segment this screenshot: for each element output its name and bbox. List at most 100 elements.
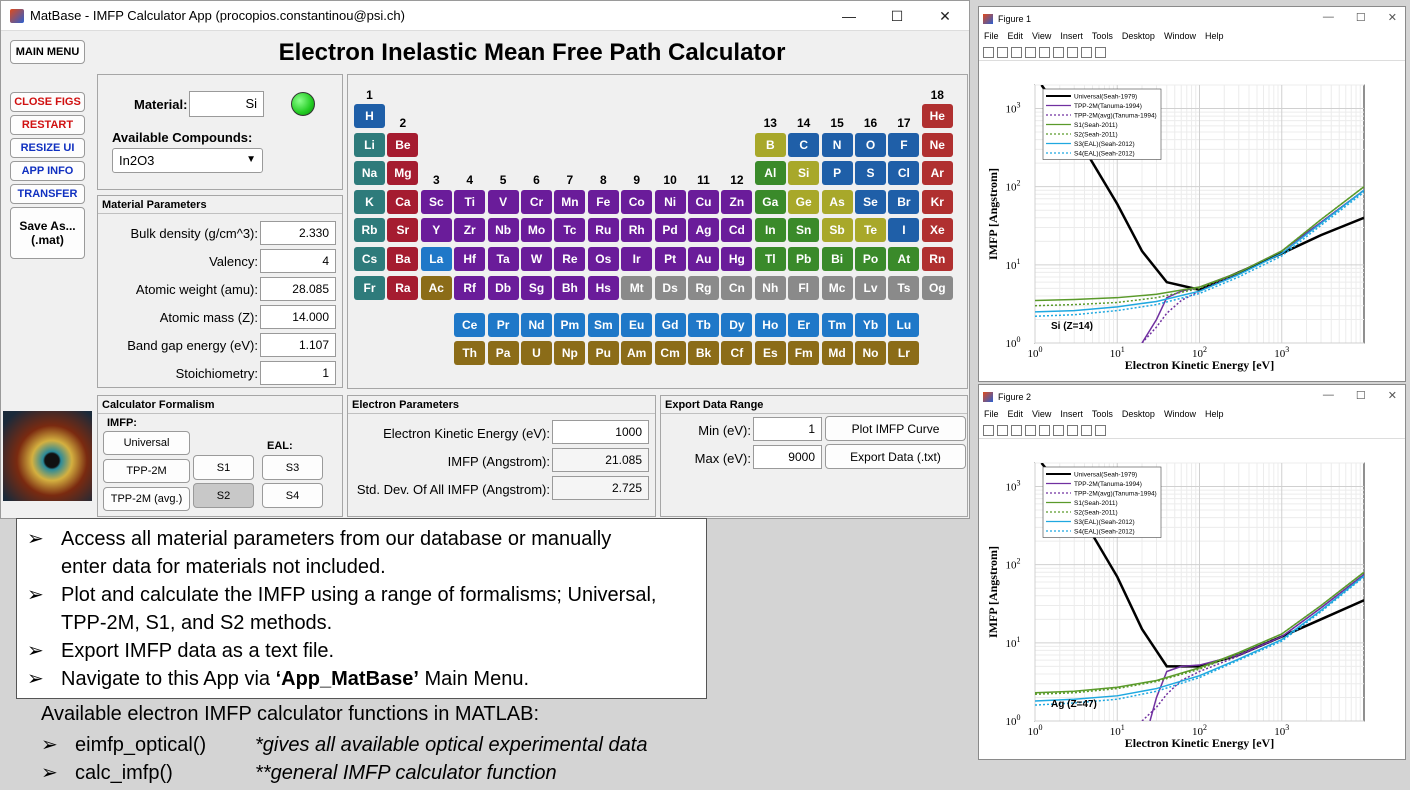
element-og[interactable]: Og <box>921 275 953 300</box>
link-icon[interactable] <box>1039 47 1050 58</box>
element-pr[interactable]: Pr <box>487 312 519 337</box>
element-fe[interactable]: Fe <box>587 189 619 214</box>
element-cm[interactable]: Cm <box>654 340 686 365</box>
element-ge[interactable]: Ge <box>788 189 820 214</box>
material-input[interactable]: Si <box>189 91 264 117</box>
element-fm[interactable]: Fm <box>788 340 820 365</box>
element-ho[interactable]: Ho <box>754 312 786 337</box>
element-at[interactable]: At <box>888 247 920 271</box>
print-icon[interactable] <box>1025 47 1036 58</box>
element-sg[interactable]: Sg <box>521 275 552 300</box>
element-er[interactable]: Er <box>788 312 820 337</box>
element-sn[interactable]: Sn <box>788 218 820 243</box>
element-lv[interactable]: Lv <box>855 275 886 300</box>
element-y[interactable]: Y <box>420 218 452 243</box>
element-se[interactable]: Se <box>855 189 886 214</box>
minimize-button[interactable]: — <box>1323 389 1334 402</box>
element-nb[interactable]: Nb <box>487 218 519 243</box>
menu-item-window[interactable]: Window <box>1164 409 1196 423</box>
element-tl[interactable]: Tl <box>754 247 786 271</box>
element-mo[interactable]: Mo <box>521 218 552 243</box>
element-pu[interactable]: Pu <box>587 340 619 365</box>
tpp2m-button[interactable]: TPP-2M <box>103 459 190 483</box>
element-eu[interactable]: Eu <box>621 312 653 337</box>
menu-item-help[interactable]: Help <box>1205 409 1224 423</box>
element-nd[interactable]: Nd <box>521 312 552 337</box>
element-n[interactable]: N <box>821 132 853 157</box>
element-hg[interactable]: Hg <box>721 247 753 271</box>
element-w[interactable]: W <box>521 247 552 271</box>
main-menu-button[interactable]: MAIN MENU <box>10 40 85 64</box>
element-ga[interactable]: Ga <box>754 189 786 214</box>
element-bk[interactable]: Bk <box>688 340 719 365</box>
element-db[interactable]: Db <box>487 275 519 300</box>
print-icon[interactable] <box>1025 425 1036 436</box>
param-input[interactable]: 2.330 <box>260 221 336 245</box>
element-au[interactable]: Au <box>688 247 719 271</box>
element-la[interactable]: La <box>420 247 452 271</box>
colorbar-icon[interactable] <box>1053 47 1064 58</box>
element-ru[interactable]: Ru <box>587 218 619 243</box>
element-tm[interactable]: Tm <box>821 312 853 337</box>
element-he[interactable]: He <box>921 104 953 128</box>
element-fr[interactable]: Fr <box>354 275 385 300</box>
element-b[interactable]: B <box>754 132 786 157</box>
element-hf[interactable]: Hf <box>454 247 486 271</box>
transfer-button[interactable]: TRANSFER <box>10 184 85 204</box>
menu-item-desktop[interactable]: Desktop <box>1122 409 1155 423</box>
element-rh[interactable]: Rh <box>621 218 653 243</box>
element-ti[interactable]: Ti <box>454 189 486 214</box>
element-zn[interactable]: Zn <box>721 189 753 214</box>
element-h[interactable]: H <box>354 104 385 128</box>
element-bh[interactable]: Bh <box>554 275 586 300</box>
menu-item-file[interactable]: File <box>984 31 999 45</box>
element-in[interactable]: In <box>754 218 786 243</box>
param-input[interactable]: 1 <box>260 361 336 385</box>
element-pt[interactable]: Pt <box>654 247 686 271</box>
min-ev-input[interactable]: 1 <box>753 417 822 441</box>
element-i[interactable]: I <box>888 218 920 243</box>
element-re[interactable]: Re <box>554 247 586 271</box>
element-o[interactable]: O <box>855 132 886 157</box>
element-rg[interactable]: Rg <box>688 275 719 300</box>
maximize-button[interactable]: ☐ <box>1356 11 1366 24</box>
element-sc[interactable]: Sc <box>420 189 452 214</box>
element-p[interactable]: P <box>821 161 853 186</box>
link-icon[interactable] <box>1039 425 1050 436</box>
save-icon[interactable] <box>1011 425 1022 436</box>
element-cr[interactable]: Cr <box>521 189 552 214</box>
restart-button[interactable]: RESTART <box>10 115 85 135</box>
element-nh[interactable]: Nh <box>754 275 786 300</box>
menu-item-tools[interactable]: Tools <box>1092 31 1113 45</box>
resize-ui-button[interactable]: RESIZE UI <box>10 138 85 158</box>
menu-item-edit[interactable]: Edit <box>1008 409 1024 423</box>
plot-imfp-curve-button[interactable]: Plot IMFP Curve <box>825 416 966 441</box>
save-as-button[interactable]: Save As... (.mat) <box>10 207 85 259</box>
element-be[interactable]: Be <box>387 132 419 157</box>
element-tb[interactable]: Tb <box>688 312 719 337</box>
colorbar-icon[interactable] <box>1053 425 1064 436</box>
save-icon[interactable] <box>1011 47 1022 58</box>
element-ar[interactable]: Ar <box>921 161 953 186</box>
element-ne[interactable]: Ne <box>921 132 953 157</box>
element-yb[interactable]: Yb <box>855 312 886 337</box>
element-rf[interactable]: Rf <box>454 275 486 300</box>
element-k[interactable]: K <box>354 189 385 214</box>
element-cu[interactable]: Cu <box>688 189 719 214</box>
close-figs-button[interactable]: CLOSE FIGS <box>10 92 85 112</box>
legend-icon[interactable] <box>1067 425 1078 436</box>
close-window-button[interactable]: ✕ <box>1388 389 1397 402</box>
element-f[interactable]: F <box>888 132 920 157</box>
element-cn[interactable]: Cn <box>721 275 753 300</box>
close-window-button[interactable]: ✕ <box>1388 11 1397 24</box>
element-md[interactable]: Md <box>821 340 853 365</box>
element-rn[interactable]: Rn <box>921 247 953 271</box>
element-u[interactable]: U <box>521 340 552 365</box>
open-icon[interactable] <box>997 425 1008 436</box>
element-cl[interactable]: Cl <box>888 161 920 186</box>
element-tc[interactable]: Tc <box>554 218 586 243</box>
open-icon[interactable] <box>997 47 1008 58</box>
element-sb[interactable]: Sb <box>821 218 853 243</box>
element-no[interactable]: No <box>855 340 886 365</box>
element-lu[interactable]: Lu <box>888 312 920 337</box>
